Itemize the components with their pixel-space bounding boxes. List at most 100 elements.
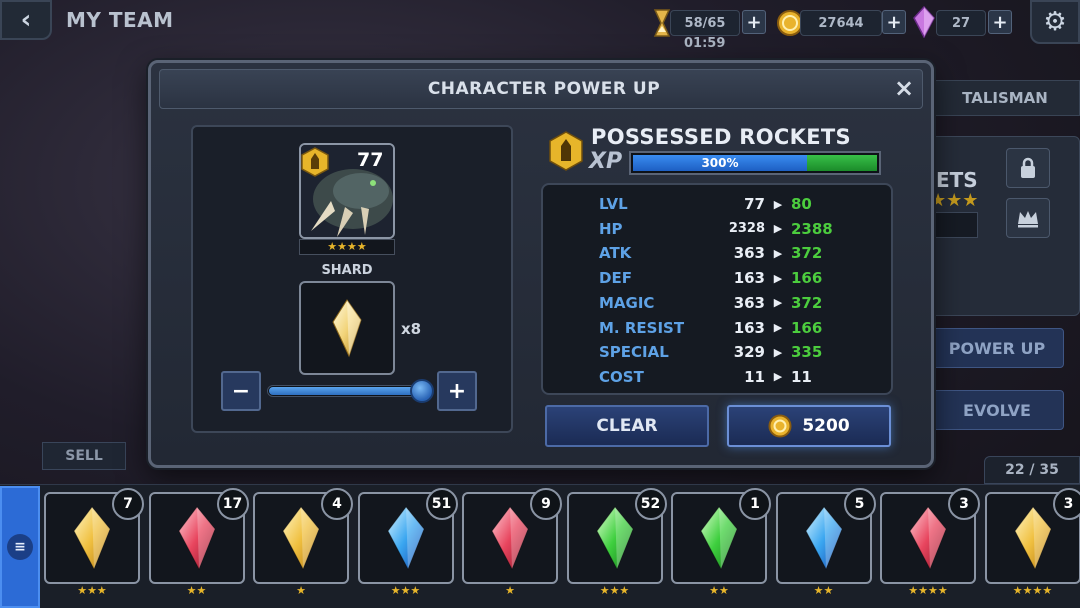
- rocket-class-icon: [301, 147, 329, 177]
- add-energy-button[interactable]: +: [742, 10, 766, 34]
- stat-row: M. RESIST 163 ▶ 166: [599, 317, 859, 339]
- background-xp-bar: [932, 212, 978, 238]
- crystal-icon: [282, 506, 320, 571]
- inventory-shard-card[interactable]: 3 ★★★★: [880, 488, 980, 600]
- arrow-right-icon: ▶: [773, 197, 783, 211]
- stat-current-value: 163: [733, 318, 765, 337]
- stat-row: MAGIC 363 ▶ 372: [599, 292, 859, 314]
- increase-button[interactable]: +: [437, 371, 477, 411]
- character-stars: ★★★★: [299, 239, 395, 255]
- crystal-icon: [1013, 506, 1052, 571]
- coin-icon: [768, 414, 792, 438]
- menu-icon: ≡: [7, 534, 33, 560]
- settings-button[interactable]: ⚙: [1030, 0, 1080, 44]
- card-stars: ★: [505, 584, 515, 597]
- card-stars: ★★★★: [1012, 584, 1053, 597]
- add-gems-button[interactable]: +: [988, 10, 1012, 34]
- card-stars: ★★★: [77, 584, 107, 597]
- confirm-power-up-button[interactable]: 5200: [727, 405, 891, 447]
- close-icon: ×: [893, 74, 915, 102]
- power-up-button[interactable]: POWER UP: [930, 328, 1064, 368]
- stat-current-value: 363: [733, 293, 765, 312]
- back-button[interactable]: ‹: [0, 0, 52, 40]
- rocket-class-badge-icon: [549, 131, 583, 171]
- inventory-shard-card[interactable]: 17 ★★: [148, 488, 249, 600]
- stat-new-value: 80: [791, 195, 812, 213]
- card-stars: ★★: [186, 584, 207, 597]
- stat-name: COST: [599, 367, 644, 386]
- inventory-shard-card[interactable]: 51 ★★★: [357, 488, 458, 600]
- inventory-shard-card[interactable]: 4 ★: [253, 488, 353, 600]
- shard-quantity: x8: [401, 320, 422, 338]
- crystal-icon: [909, 506, 947, 571]
- lock-button[interactable]: [1006, 148, 1050, 188]
- stat-row: COST 11 ▶ 11: [599, 366, 859, 388]
- stat-name: ATK: [599, 244, 632, 263]
- arrow-right-icon: ▶: [773, 370, 783, 384]
- stat-name: LVL: [599, 195, 628, 213]
- crown-icon: [1018, 211, 1038, 228]
- sell-button[interactable]: SELL: [42, 442, 126, 470]
- stat-new-value: 2388: [791, 219, 833, 238]
- xp-bar-gain: [807, 155, 877, 171]
- arrow-right-icon: ▶: [773, 246, 783, 260]
- xp-percent: 300%: [701, 156, 739, 170]
- add-gold-button[interactable]: +: [882, 10, 906, 34]
- arrow-right-icon: ▶: [773, 271, 783, 285]
- stat-new-value: 372: [791, 244, 823, 263]
- stat-name: MAGIC: [599, 293, 655, 312]
- card-count: 17: [216, 488, 249, 520]
- crown-button[interactable]: [1006, 198, 1050, 238]
- card-stars: ★★★★: [908, 584, 948, 597]
- stat-name: SPECIAL: [599, 343, 669, 362]
- stat-new-value: 372: [791, 293, 823, 312]
- shard-label: SHARD: [321, 263, 373, 278]
- inventory-shard-card[interactable]: 3 ★★★★: [984, 488, 1080, 600]
- stat-current-value: 163: [733, 269, 765, 288]
- shard-slider-handle[interactable]: [410, 379, 434, 403]
- inventory-count: 22 / 35: [984, 456, 1080, 484]
- gear-icon: ⚙: [1043, 7, 1067, 37]
- stat-new-value: 166: [791, 269, 823, 288]
- stat-current-value: 11: [744, 367, 765, 386]
- shard-crystal-icon: [332, 299, 362, 358]
- inventory-shard-card[interactable]: 7 ★★★: [44, 488, 144, 600]
- inventory-shard-card[interactable]: 1 ★★: [671, 488, 771, 600]
- stat-current-value: 2328: [728, 221, 765, 237]
- stat-row: HP 2328 ▶ 2388: [599, 218, 859, 240]
- energy-counter: 58/65: [670, 10, 740, 36]
- card-count: 3: [1052, 488, 1080, 520]
- crystal-icon: [913, 6, 935, 38]
- tab-talisman[interactable]: TALISMAN: [930, 80, 1080, 116]
- stat-current-value: 77: [744, 195, 765, 213]
- energy-timer: 01:59: [684, 36, 726, 51]
- hourglass-icon: [653, 9, 671, 37]
- menu-button[interactable]: ≡: [0, 486, 40, 608]
- inventory-shard-card[interactable]: 9 ★: [462, 488, 562, 600]
- close-button[interactable]: ×: [889, 73, 919, 103]
- modal-title: CHARACTER POWER UP: [427, 79, 661, 99]
- lock-icon: [1021, 157, 1035, 178]
- power-up-modal: CHARACTER POWER UP × 77 ★★★★ SHARD x8 − …: [148, 60, 934, 468]
- evolve-button[interactable]: EVOLVE: [930, 390, 1064, 430]
- stat-row: SPECIAL 329 ▶ 335: [599, 341, 859, 363]
- arrow-right-icon: ▶: [773, 222, 783, 236]
- stat-name: M. RESIST: [599, 318, 685, 337]
- crystal-icon: [804, 506, 843, 571]
- page-title: MY TEAM: [66, 8, 174, 32]
- clear-button[interactable]: CLEAR: [545, 405, 709, 447]
- stat-row: DEF 163 ▶ 166: [599, 267, 859, 289]
- xp-label: XP: [589, 149, 623, 174]
- stat-name: DEF: [599, 269, 632, 288]
- shard-slider-fill: [269, 387, 419, 395]
- background-character-stars: ★★★: [930, 190, 979, 211]
- card-count: 52: [634, 488, 667, 520]
- shard-slot[interactable]: [299, 281, 395, 375]
- stat-new-value: 335: [791, 343, 823, 362]
- crystal-icon: [595, 506, 634, 571]
- card-count: 1: [739, 488, 771, 520]
- inventory-shard-card[interactable]: 52 ★★★: [566, 488, 667, 600]
- inventory-shard-card[interactable]: 5 ★★: [775, 488, 876, 600]
- card-count: 9: [530, 488, 562, 520]
- decrease-button[interactable]: −: [221, 371, 261, 411]
